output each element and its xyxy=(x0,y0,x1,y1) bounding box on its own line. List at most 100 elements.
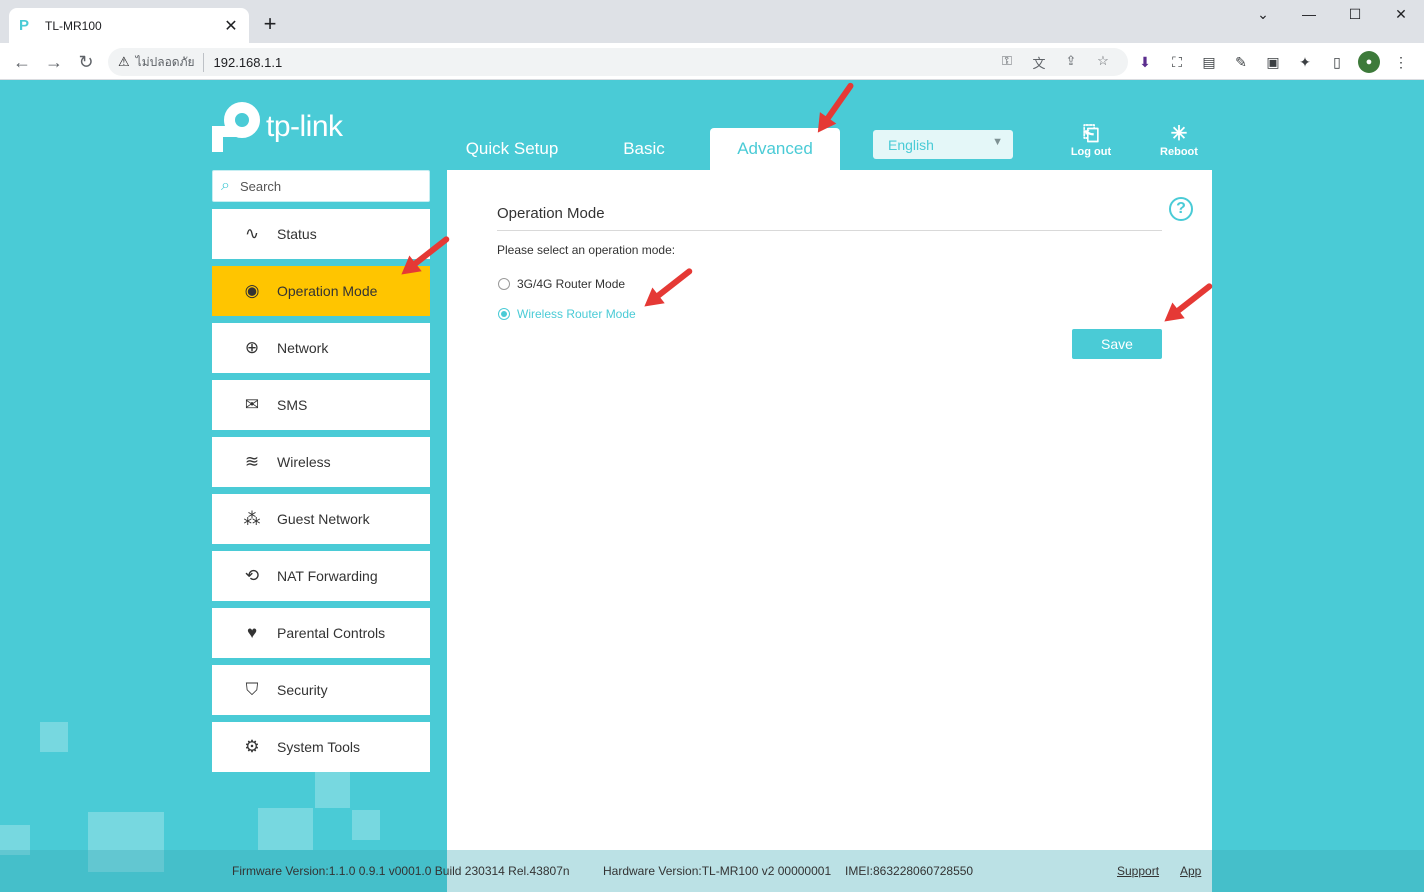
browser-toolbar: ← → ↻ ⚠ ไม่ปลอดภัย 192.168.1.1 ⚿ 文 ⇪ ☆ ⬇… xyxy=(0,43,1424,80)
translate-icon[interactable]: 文 xyxy=(1028,53,1050,71)
sidebar-item-label: NAT Forwarding xyxy=(277,568,378,584)
wifi-icon: ≋ xyxy=(244,452,260,471)
minimize-icon[interactable]: — xyxy=(1297,6,1321,22)
sidebar-search[interactable]: ⌕ xyxy=(212,170,430,202)
imei: IMEI:863228060728550 xyxy=(845,864,974,878)
capture-extension-icon[interactable]: ▣ xyxy=(1262,51,1284,73)
app-link[interactable]: App xyxy=(1180,864,1201,878)
logo-text: tp-link xyxy=(266,110,343,143)
tab-basic[interactable]: Basic xyxy=(590,128,698,170)
sidebar-item-parental-controls[interactable]: ♥ Parental Controls xyxy=(212,608,430,658)
decor-square xyxy=(315,772,350,808)
gear-icon: ⚙ xyxy=(244,737,260,756)
router-admin-page: tp-link Quick Setup Basic Advanced Engli… xyxy=(0,80,1424,892)
download-extension-icon[interactable]: ⬇ xyxy=(1134,51,1156,73)
chevron-down-icon: ▼ xyxy=(992,136,1003,148)
maximize-icon[interactable]: ☐ xyxy=(1343,6,1367,23)
warning-icon[interactable]: ⚠ xyxy=(118,54,130,70)
logout-button[interactable]: ⎗ Log out xyxy=(1061,122,1121,158)
security-label[interactable]: ไม่ปลอดภัย xyxy=(136,52,204,72)
sidebar-item-label: SMS xyxy=(277,397,308,413)
sidebar-item-label: Wireless xyxy=(277,454,331,470)
tplink-logo-icon xyxy=(212,102,262,152)
decor-square xyxy=(40,722,68,752)
sidebar-item-label: Guest Network xyxy=(277,511,370,527)
decor-square xyxy=(352,810,380,840)
extensions-puzzle-icon[interactable]: ✦ xyxy=(1294,51,1316,73)
sidebar-item-sms[interactable]: ✉ SMS xyxy=(212,380,430,430)
footer: Firmware Version:1.1.0 0.9.1 v0001.0 Bui… xyxy=(0,850,1424,892)
side-panel-icon[interactable]: ▯ xyxy=(1326,51,1348,73)
cast-extension-icon[interactable]: ▤ xyxy=(1198,51,1220,73)
tab-quick-setup[interactable]: Quick Setup xyxy=(452,128,572,170)
address-bar[interactable]: ⚠ ไม่ปลอดภัย 192.168.1.1 ⚿ 文 ⇪ ☆ xyxy=(108,48,1128,76)
content-panel: Operation Mode ? Please select an operat… xyxy=(447,170,1212,892)
key-icon[interactable]: ⚿ xyxy=(996,53,1018,71)
mode-prompt: Please select an operation mode: xyxy=(497,243,676,257)
reboot-icon: ✳ xyxy=(1170,123,1188,145)
url-text[interactable]: 192.168.1.1 xyxy=(214,55,283,70)
browser-tab-bar: P TL-MR100 ✕ + ⌄ — ☐ ✕ xyxy=(0,0,1424,43)
sidebar-item-label: Security xyxy=(277,682,328,698)
help-icon[interactable]: ? xyxy=(1169,197,1193,221)
bookmark-star-icon[interactable]: ☆ xyxy=(1092,53,1114,71)
hardware-version: Hardware Version:TL-MR100 v2 00000001 xyxy=(603,864,832,878)
radio-button[interactable] xyxy=(498,308,510,320)
reboot-button[interactable]: ✳ Reboot xyxy=(1149,122,1209,158)
sidebar-item-network[interactable]: ⊕ Network xyxy=(212,323,430,373)
sidebar-item-operation-mode[interactable]: ◉ Operation Mode xyxy=(212,266,430,316)
language-select[interactable]: English ▼ xyxy=(873,130,1013,159)
radio-button[interactable] xyxy=(498,278,510,290)
option-label: 3G/4G Router Mode xyxy=(517,277,626,291)
sidebar-item-label: Network xyxy=(277,340,329,356)
tab-search-chevron-icon[interactable]: ⌄ xyxy=(1251,6,1275,23)
option-3g4g-router-mode[interactable]: 3G/4G Router Mode xyxy=(498,277,625,291)
screenshot-extension-icon[interactable]: ⛶ xyxy=(1166,51,1188,73)
decor-square xyxy=(258,808,313,850)
reload-icon[interactable]: ↻ xyxy=(74,50,98,74)
close-tab-icon[interactable]: ✕ xyxy=(223,16,239,36)
back-icon[interactable]: ← xyxy=(10,50,34,74)
sidebar-item-label: Parental Controls xyxy=(277,625,386,641)
option-wireless-router-mode[interactable]: Wireless Router Mode xyxy=(498,307,636,321)
tplink-logo: tp-link xyxy=(212,102,343,152)
share-icon[interactable]: ⇪ xyxy=(1060,53,1082,71)
search-input[interactable] xyxy=(239,178,410,194)
tplink-favicon-icon: P xyxy=(19,16,30,34)
new-tab-icon[interactable]: + xyxy=(258,12,282,36)
section-title: Operation Mode xyxy=(497,205,1162,231)
firmware-version: Firmware Version:1.1.0 0.9.1 v0001.0 Bui… xyxy=(232,864,570,878)
language-value: English xyxy=(888,136,934,153)
support-link[interactable]: Support xyxy=(1117,864,1159,878)
sidebar-item-nat-forwarding[interactable]: ⟲ NAT Forwarding xyxy=(212,551,430,601)
search-icon: ⌕ xyxy=(221,177,230,194)
guests-icon: ⁂ xyxy=(243,509,261,528)
sidebar-item-system-tools[interactable]: ⚙ System Tools xyxy=(212,722,430,772)
heart-icon: ♥ xyxy=(246,623,258,642)
forward-icon[interactable]: → xyxy=(42,50,66,74)
globe-icon: ⊕ xyxy=(244,338,260,357)
envelope-icon: ✉ xyxy=(244,395,260,414)
close-window-icon[interactable]: ✕ xyxy=(1389,6,1413,23)
pulse-icon: ∿ xyxy=(244,224,260,243)
sidebar-item-wireless[interactable]: ≋ Wireless xyxy=(212,437,430,487)
option-label: Wireless Router Mode xyxy=(517,307,636,321)
edit-extension-icon[interactable]: ✎ xyxy=(1230,51,1252,73)
shield-icon: ⛉ xyxy=(245,680,259,699)
logout-label: Log out xyxy=(1070,146,1112,158)
kebab-menu-icon[interactable]: ⋮ xyxy=(1390,51,1412,73)
sidebar-item-security[interactable]: ⛉ Security xyxy=(212,665,430,715)
logout-icon: ⎗ xyxy=(1083,123,1099,145)
save-button[interactable]: Save xyxy=(1072,329,1162,359)
browser-tab[interactable]: P TL-MR100 ✕ xyxy=(9,8,249,43)
sidebar-item-label: System Tools xyxy=(277,739,360,755)
sidebar-item-label: Status xyxy=(277,226,317,242)
sidebar-item-status[interactable]: ∿ Status xyxy=(212,209,430,259)
profile-avatar[interactable]: ● xyxy=(1358,51,1380,73)
nat-icon: ⟲ xyxy=(244,566,260,585)
sidebar-item-label: Operation Mode xyxy=(277,283,378,299)
toggle-icon: ◉ xyxy=(244,281,260,300)
sidebar-item-guest-network[interactable]: ⁂ Guest Network xyxy=(212,494,430,544)
tab-title: TL-MR100 xyxy=(45,18,102,33)
reboot-label: Reboot xyxy=(1160,146,1198,158)
